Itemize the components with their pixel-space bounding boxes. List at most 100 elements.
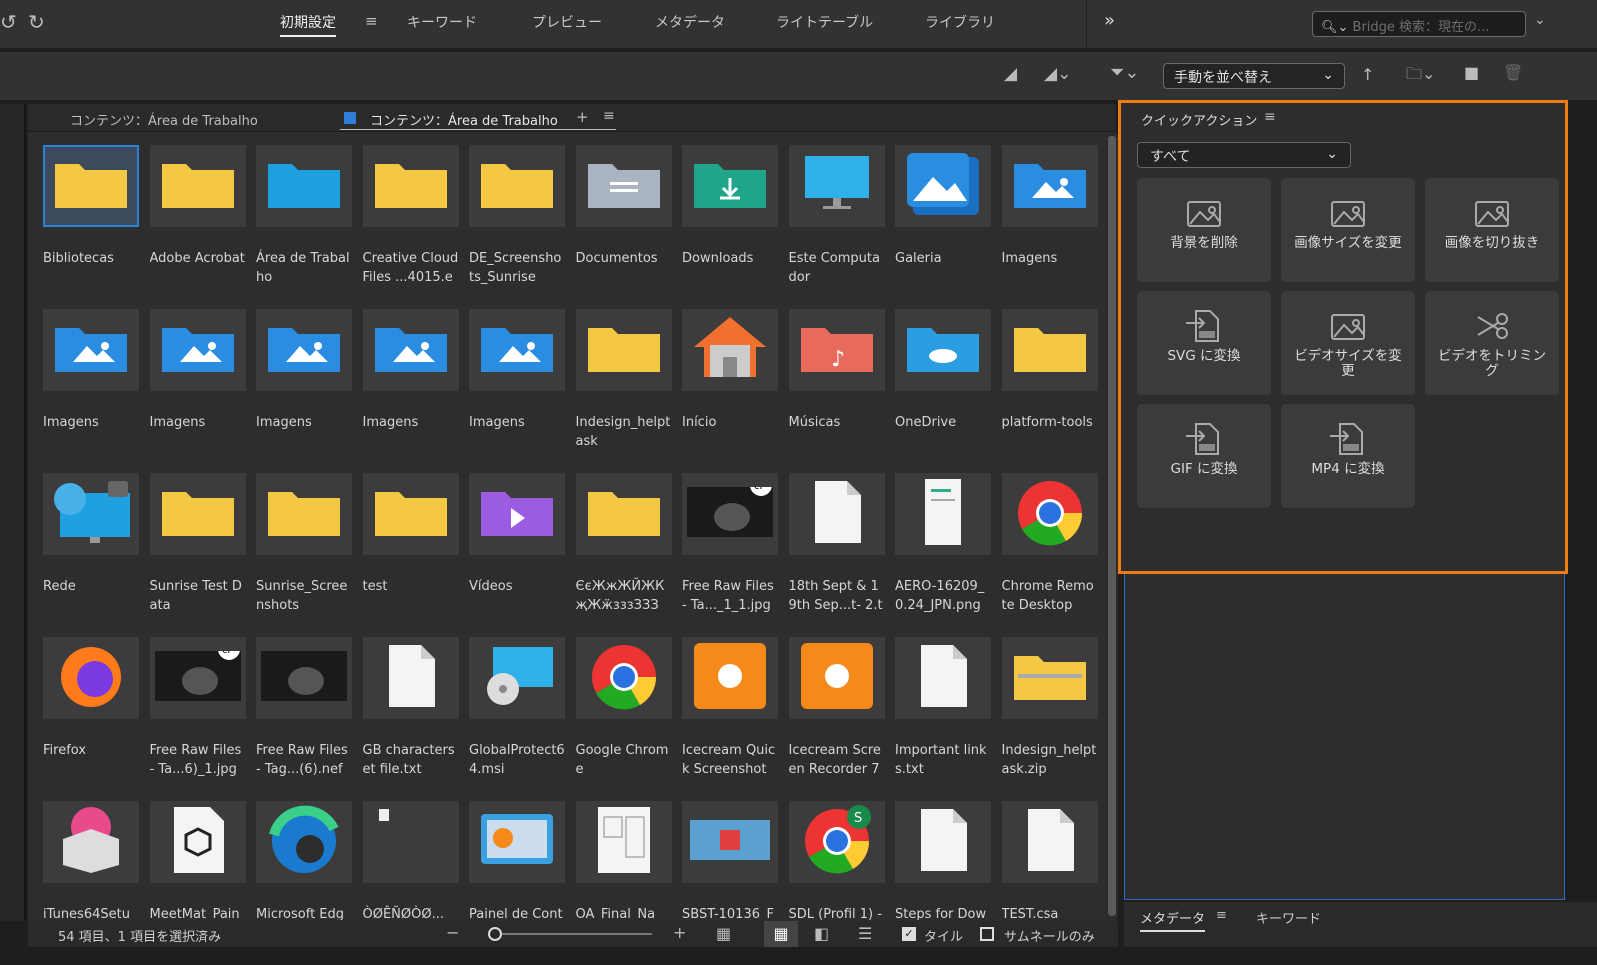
quick-action-button[interactable]: 画像を切り抜き: [1425, 178, 1559, 282]
workspace-tab-light-table[interactable]: ライトテーブル: [776, 12, 873, 32]
file-tile[interactable]: GB characters et file.txt: [362, 637, 459, 781]
file-tile[interactable]: Imagens: [362, 309, 459, 453]
add-tab-icon[interactable]: +: [576, 108, 589, 126]
file-tile[interactable]: 18th Sept & 19th Sep...t- 2.txt: [788, 473, 885, 617]
content-tab[interactable]: コンテンツ：Área de Trabalho: [70, 110, 258, 129]
more-workspaces-button[interactable]: »: [1104, 10, 1115, 31]
file-tile[interactable]: Sunrise Test Data: [149, 473, 246, 617]
file-tile[interactable]: Free Raw Files - Tag...(6).nef: [256, 637, 352, 781]
quick-actions-filter-dropdown[interactable]: すべて ⌄: [1137, 142, 1351, 168]
panel-menu-icon[interactable]: ≡: [603, 108, 615, 124]
quick-action-button[interactable]: GIF に変換: [1137, 404, 1271, 508]
view-list-icon[interactable]: ☰: [858, 924, 872, 943]
lock-grid-icon[interactable]: ▦: [716, 924, 731, 943]
file-tile[interactable]: Imagens: [1001, 145, 1098, 289]
file-tile[interactable]: Google Chrome: [575, 637, 672, 781]
sort-ascending-icon[interactable]: ↑: [1361, 65, 1374, 84]
file-tile[interactable]: OneDrive: [895, 309, 991, 453]
thumbnail-size-slider[interactable]: [488, 927, 668, 941]
file-tile[interactable]: Important links.txt: [895, 637, 991, 781]
file-tile[interactable]: Creative Cloud Files ...4015.e: [362, 145, 459, 289]
quality-filter-icon[interactable]: ◢⌄: [1044, 64, 1071, 84]
quick-action-button[interactable]: 画像サイズを変更: [1281, 178, 1415, 282]
file-tile[interactable]: Vídeos: [469, 473, 565, 617]
workspace-tab-preview[interactable]: プレビュー: [532, 12, 602, 32]
workspace-tab-essentials[interactable]: 初期設定: [280, 12, 336, 37]
sort-dropdown[interactable]: 手動を並べ替え ⌄: [1163, 63, 1345, 89]
file-tile[interactable]: S SDL (Profil 1) -: [788, 801, 885, 920]
file-tile[interactable]: Icecream Screen Recorder 7: [788, 637, 885, 781]
file-tile[interactable]: Imagens: [149, 309, 246, 453]
file-tile[interactable]: iTunes64Setu: [43, 801, 139, 920]
file-tile[interactable]: GlobalProtect64.msi: [469, 637, 565, 781]
tab-metadata[interactable]: メタデータ: [1140, 908, 1206, 932]
panel-menu-icon[interactable]: ≡: [1216, 908, 1227, 923]
file-tile[interactable]: Adobe Acrobat: [149, 145, 246, 289]
file-tile[interactable]: OA_Final_Na: [575, 801, 672, 920]
quick-action-button[interactable]: MP4 に変換: [1281, 404, 1415, 508]
file-tile[interactable]: Documentos: [575, 145, 672, 289]
zoom-out-button[interactable]: −: [446, 923, 459, 942]
file-tile[interactable]: Bibliotecas: [43, 145, 139, 289]
file-tile[interactable]: Downloads: [682, 145, 778, 289]
new-folder-icon[interactable]: ■: [1464, 63, 1479, 82]
file-tile[interactable]: test: [362, 473, 459, 617]
file-tile[interactable]: platform-tools: [1001, 309, 1098, 453]
file-tile[interactable]: cr Free Raw Files - Ta..._1_1.jpg: [682, 473, 778, 617]
view-thumbnails-icon[interactable]: ▦: [764, 921, 798, 947]
scrollbar[interactable]: [1106, 134, 1118, 918]
file-tile[interactable]: ЄєЖжЖЙЖКҗЖӝзззЗЗЗ: [575, 473, 672, 617]
file-tile[interactable]: SBST-10136_F: [682, 801, 778, 920]
file-tile[interactable]: Microsoft Edg: [256, 801, 352, 920]
file-tile[interactable]: ♪ Músicas: [788, 309, 885, 453]
file-tile[interactable]: Este Computador: [788, 145, 885, 289]
file-tile[interactable]: Rede: [43, 473, 139, 617]
file-tile[interactable]: ÒØÊÑØÒØ...: [362, 801, 459, 920]
bridge-search-input[interactable]: 🔍︎⌄ Bridge 検索：現在の...: [1312, 11, 1526, 37]
filter-icon[interactable]: ⏷⌄: [1110, 62, 1139, 83]
file-tile[interactable]: AERO-16209_0.24_JPN.png: [895, 473, 991, 617]
file-tile[interactable]: Chrome Remote Desktop: [1001, 473, 1098, 617]
file-tile[interactable]: Icecream Quick Screenshot: [682, 637, 778, 781]
quick-action-button[interactable]: ビデオサイズを変更: [1281, 291, 1415, 395]
file-tile[interactable]: TEST.csa: [1001, 801, 1098, 920]
content-tab-active[interactable]: コンテンツ：Área de Trabalho: [370, 110, 558, 129]
file-tile[interactable]: Indesign_helptask: [575, 309, 672, 453]
file-tile[interactable]: Galeria: [895, 145, 991, 289]
thumbnail: [682, 637, 778, 719]
panel-menu-icon[interactable]: ≡: [1264, 109, 1276, 125]
file-tile[interactable]: cr Free Raw Files - Ta...6)_1.jpg: [149, 637, 246, 781]
file-tile[interactable]: Painel de Cont: [469, 801, 565, 920]
file-tile[interactable]: DE_Screenshots_Sunrise: [469, 145, 565, 289]
rating-filter-icon[interactable]: ◢: [1004, 64, 1017, 84]
workspace-tab-keywords[interactable]: キーワード: [407, 12, 477, 32]
tile-checkbox[interactable]: ✓: [902, 927, 916, 941]
file-tile[interactable]: Imagens: [469, 309, 565, 453]
file-tile[interactable]: Início: [682, 309, 778, 453]
file-tile[interactable]: Firefox: [43, 637, 139, 781]
trash-icon[interactable]: 🗑︎: [1503, 63, 1523, 82]
zoom-in-button[interactable]: +: [673, 923, 686, 942]
quick-action-button[interactable]: 背景を削除: [1137, 178, 1271, 282]
workspace-tab-library[interactable]: ライブラリ: [925, 12, 995, 32]
file-tile[interactable]: Imagens: [43, 309, 139, 453]
file-tile[interactable]: Sunrise_Screenshots: [256, 473, 352, 617]
chevron-down-icon[interactable]: ⌄: [1534, 12, 1546, 28]
folder-icon: [584, 318, 664, 382]
undo-icon[interactable]: ↺: [0, 10, 17, 34]
redo-icon[interactable]: ↻: [28, 10, 45, 34]
file-tile[interactable]: Imagens: [256, 309, 352, 453]
view-details-icon[interactable]: ◧: [814, 924, 829, 943]
file-name: DE_Screenshots_Sunrise: [469, 251, 562, 285]
file-tile[interactable]: Área de Trabalho: [256, 145, 352, 289]
file-tile[interactable]: Steps for Dow: [895, 801, 991, 920]
quick-action-button[interactable]: SVG に変換: [1137, 291, 1271, 395]
quick-action-button[interactable]: ビデオをトリミング: [1425, 291, 1559, 395]
file-tile[interactable]: MeetMat_Pain: [149, 801, 246, 920]
recent-folders-icon[interactable]: 🗀⌄: [1406, 63, 1435, 90]
thumbnails-only-checkbox[interactable]: [980, 927, 994, 941]
workspace-menu-icon[interactable]: ≡: [365, 12, 378, 30]
file-tile[interactable]: Indesign_helptask.zip: [1001, 637, 1098, 781]
workspace-tab-metadata[interactable]: メタデータ: [655, 12, 725, 32]
tab-keywords[interactable]: キーワード: [1256, 908, 1321, 927]
